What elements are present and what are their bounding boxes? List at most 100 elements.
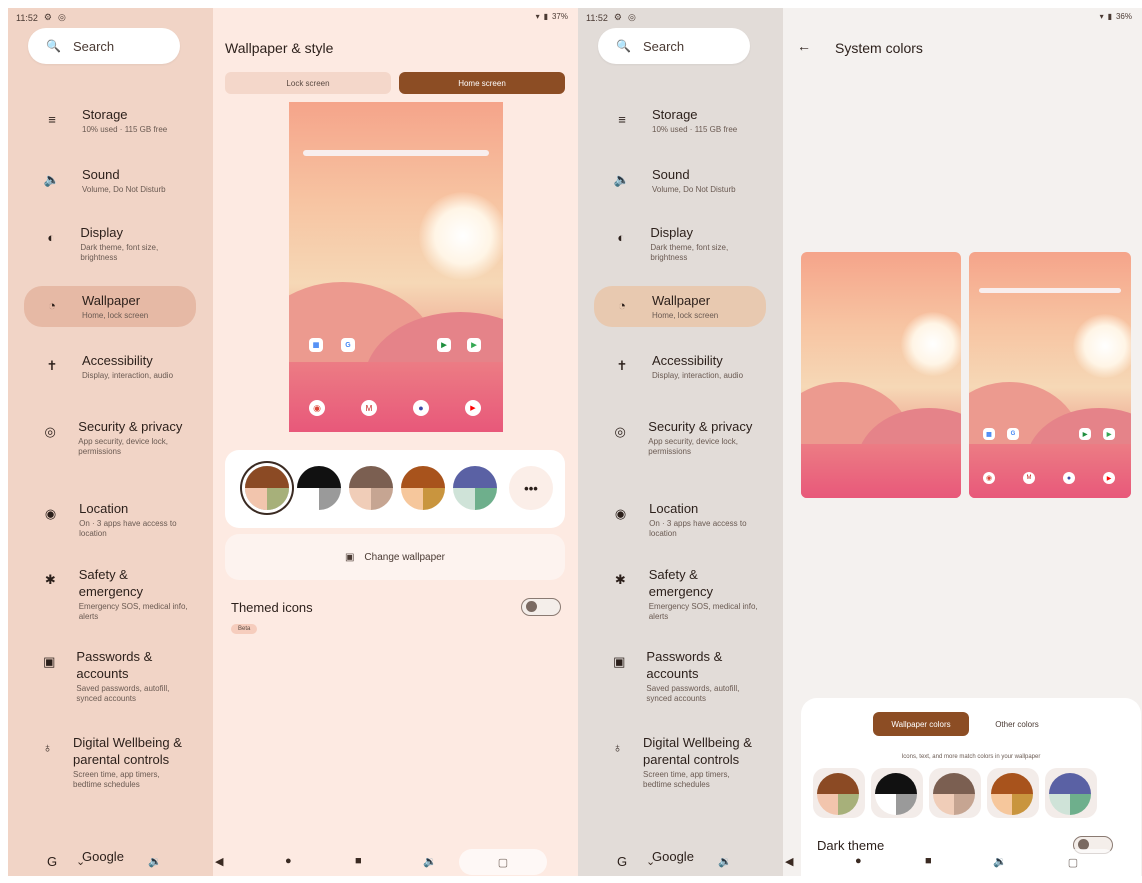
sidebar-item-safety[interactable]: ✱ Safety & emergency Emergency SOS, medica… (594, 560, 766, 628)
play-store-icon: ▶ (1103, 428, 1115, 440)
back-icon[interactable]: ◀ (785, 855, 793, 868)
swatch-segment (954, 794, 975, 815)
sidebar-item-label: Security & privacy (648, 419, 753, 434)
color-swatch[interactable] (933, 773, 975, 815)
color-swatch[interactable] (875, 773, 917, 815)
color-swatch[interactable] (401, 466, 445, 510)
gmail-icon: M (1023, 472, 1035, 484)
page-title: System colors (835, 40, 923, 56)
sidebar-item-wallpaper[interactable]: ◔ Wallpaper Home, lock screen (24, 286, 196, 327)
ground-graphic (801, 444, 961, 498)
swatch-segment (991, 773, 1033, 794)
sidebar-item-subtitle: App security, device lock, permissions (648, 437, 738, 456)
more-colors-button[interactable]: ••• (509, 466, 553, 510)
volume-icon[interactable]: 🔉 (423, 855, 437, 868)
tab-home-screen[interactable]: Home screen (399, 72, 565, 94)
sidebar-item-location[interactable]: ◉ Location On · 3 apps have access to loca… (24, 494, 196, 545)
sidebar-item-subtitle: Dark theme, font size, brightness (650, 243, 729, 262)
rotate-button[interactable]: ▢ (1029, 849, 1117, 875)
swatch-segment (453, 488, 475, 510)
sidebar-item-label: Safety & emergency (78, 567, 144, 599)
sidebar-item-display[interactable]: ◐ Display Dark theme, font size, brightnes… (24, 218, 196, 269)
color-swatch-tile[interactable] (1045, 768, 1097, 818)
back-icon[interactable]: ◀ (215, 855, 223, 868)
themed-icons-toggle[interactable] (521, 598, 561, 616)
ground-graphic (969, 444, 1131, 498)
sidebar-item-label: Sound (82, 167, 120, 182)
recents-icon[interactable]: ■ (925, 855, 932, 867)
color-swatch[interactable] (349, 466, 393, 510)
swatch-segment (267, 488, 289, 510)
sidebar-item-sound[interactable]: 🔈 Sound Volume, Do Not Disturb (24, 160, 196, 201)
color-swatch[interactable] (245, 466, 289, 510)
sidebar-item-safety[interactable]: ✱ Safety & emergency Emergency SOS, medica… (24, 560, 196, 628)
swatch-segment (1070, 794, 1091, 815)
change-wallpaper-button[interactable]: ▣ Change wallpaper (225, 534, 565, 580)
search-bar[interactable]: 🔍 Search (598, 28, 750, 64)
sidebar-item-text: Passwords & accounts Saved passwords, aut… (646, 648, 758, 704)
sidebar-item-subtitle: Home, lock screen (82, 311, 149, 320)
sidebar-item-passwords[interactable]: ▣ Passwords & accounts Saved passwords, au… (24, 642, 196, 710)
sidebar-item-subtitle: Screen time, app timers, bedtime schedul… (73, 770, 160, 789)
tab-lock-screen[interactable]: Lock screen (225, 72, 391, 94)
rotate-icon: ▢ (497, 856, 509, 869)
rotate-button[interactable]: ▢ (459, 849, 547, 875)
sidebar-item-sound[interactable]: 🔈 Sound Volume, Do Not Disturb (594, 160, 766, 201)
notification-icon: ◎ (627, 12, 636, 22)
back-arrow-icon[interactable]: ← (797, 38, 811, 54)
swatch-segment (453, 466, 497, 488)
status-bar: 11:52 ⚙ ◎ (16, 12, 66, 23)
color-swatch-tile[interactable] (929, 768, 981, 818)
sidebar-item-location[interactable]: ◉ Location On · 3 apps have access to loca… (594, 494, 766, 545)
volume-down-icon[interactable]: 🔉 (718, 855, 732, 868)
color-swatch[interactable] (1049, 773, 1091, 815)
sidebar-item-storage[interactable]: ≡ Storage 10% used · 115 GB free (594, 100, 766, 141)
sidebar-item-security[interactable]: ◎ Security & privacy App security, device … (594, 412, 766, 463)
sidebar-item-text: Display Dark theme, font size, brightness (650, 224, 758, 263)
home-screen-preview[interactable]: ▦ G ▶ ▶ ◉ M ● ▶ (969, 252, 1131, 498)
sidebar-item-security[interactable]: ◎ Security & privacy App security, device … (24, 412, 196, 463)
sidebar-item-passwords[interactable]: ▣ Passwords & accounts Saved passwords, au… (594, 642, 766, 710)
volume-down-icon[interactable]: 🔉 (148, 855, 162, 868)
recents-icon[interactable]: ■ (355, 855, 362, 867)
sidebar-item-label: Wallpaper (652, 293, 711, 308)
storage-icon: ≡ (48, 112, 56, 127)
chevron-down-icon[interactable]: ⌄ (646, 855, 655, 868)
swatch-segment (896, 794, 917, 815)
color-swatch-card: ••• (225, 450, 565, 528)
color-swatch[interactable] (297, 466, 341, 510)
sidebar-item-accessibility[interactable]: ✝ Accessibility Display, interaction, audi… (594, 346, 766, 387)
rotate-icon: ▢ (1067, 856, 1079, 869)
home-icon[interactable]: ● (855, 855, 862, 867)
home-screen-preview[interactable]: ▦ G ▶ ▶ ◉ M ● ▶ (289, 102, 503, 432)
color-swatch-tile[interactable] (871, 768, 923, 818)
swatch-segment (875, 794, 896, 815)
sidebar-item-text: Location On · 3 apps have access to locat… (649, 500, 758, 539)
chevron-down-icon[interactable]: ⌄ (76, 855, 85, 868)
sidebar-item-wellbeing[interactable]: ♁ Digital Wellbeing & parental controls Sc… (24, 728, 196, 796)
wifi-icon: ▾ (535, 12, 540, 21)
sidebar-item-accessibility[interactable]: ✝ Accessibility Display, interaction, audi… (24, 346, 196, 387)
color-swatch[interactable] (817, 773, 859, 815)
volume-icon[interactable]: 🔉 (993, 855, 1007, 868)
swatch-segment (838, 794, 859, 815)
swatch-segment (933, 794, 954, 815)
sidebar-item-storage[interactable]: ≡ Storage 10% used · 115 GB free (24, 100, 196, 141)
color-swatch[interactable] (453, 466, 497, 510)
tab-other-colors[interactable]: Other colors (977, 712, 1057, 736)
color-swatch-tile[interactable] (987, 768, 1039, 818)
sidebar-item-wallpaper[interactable]: ◔ Wallpaper Home, lock screen (594, 286, 766, 327)
status-bar-right: ▾ ▮ 37% (536, 12, 568, 21)
change-wallpaper-label: Change wallpaper (364, 551, 446, 563)
lock-screen-preview[interactable] (801, 252, 961, 498)
sidebar-item-wellbeing[interactable]: ♁ Digital Wellbeing & parental controls Sc… (594, 728, 766, 796)
tab-wallpaper-colors[interactable]: Wallpaper colors (873, 712, 969, 736)
sidebar-item-text: Wallpaper Home, lock screen (652, 292, 718, 321)
sidebar-item-text: Accessibility Display, interaction, audio (652, 352, 743, 381)
sidebar-item-display[interactable]: ◐ Display Dark theme, font size, brightnes… (594, 218, 766, 269)
wellbeing-icon: ♁ (612, 740, 623, 755)
search-bar[interactable]: 🔍 Search (28, 28, 180, 64)
color-swatch-tile[interactable] (813, 768, 865, 818)
color-swatch[interactable] (991, 773, 1033, 815)
home-icon[interactable]: ● (285, 855, 292, 867)
